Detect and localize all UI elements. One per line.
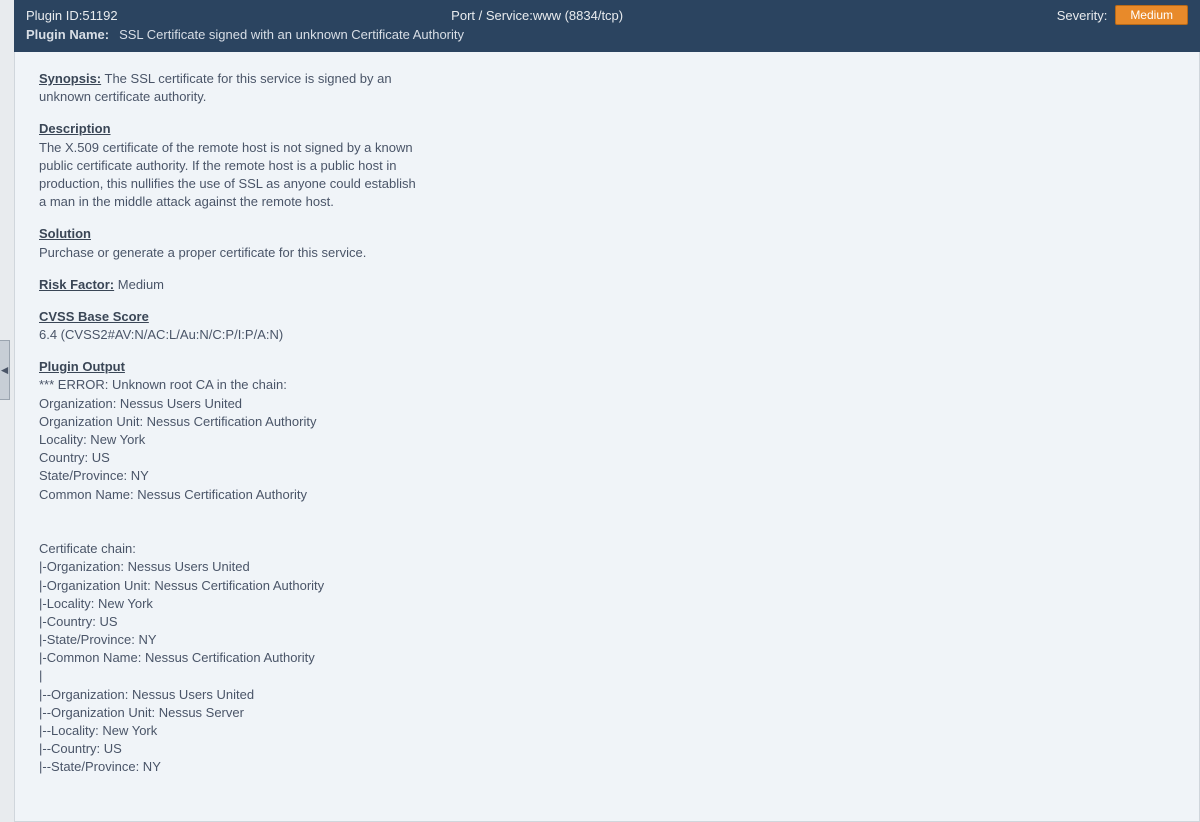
plugin-name-value: SSL Certificate signed with an unknown C… bbox=[119, 27, 464, 42]
description-label: Description bbox=[39, 120, 419, 138]
plugin-output-value: *** ERROR: Unknown root CA in the chain:… bbox=[39, 376, 1175, 776]
port-service-label: Port / Service: bbox=[451, 8, 533, 23]
plugin-name-label: Plugin Name: bbox=[26, 27, 109, 42]
plugin-output-section: Plugin Output *** ERROR: Unknown root CA… bbox=[39, 358, 1175, 776]
severity-label: Severity: bbox=[1057, 8, 1108, 23]
synopsis-label: Synopsis: bbox=[39, 71, 101, 86]
cvss-section: CVSS Base Score 6.4 (CVSS2#AV:N/AC:L/Au:… bbox=[39, 308, 419, 344]
side-expand-tab[interactable]: ◄ bbox=[0, 340, 10, 400]
cvss-value: 6.4 (CVSS2#AV:N/AC:L/Au:N/C:P/I:P/A:N) bbox=[39, 326, 419, 344]
triangle-left-icon: ◄ bbox=[0, 363, 10, 377]
synopsis-section: Synopsis: The SSL certificate for this s… bbox=[39, 70, 419, 106]
severity-badge: Medium bbox=[1115, 5, 1188, 25]
detail-header: Plugin ID: 51192 Port / Service: www (88… bbox=[14, 0, 1200, 52]
plugin-output-label: Plugin Output bbox=[39, 358, 1175, 376]
description-value: The X.509 certificate of the remote host… bbox=[39, 139, 419, 212]
plugin-detail-panel: Plugin ID: 51192 Port / Service: www (88… bbox=[14, 0, 1200, 822]
solution-section: Solution Purchase or generate a proper c… bbox=[39, 225, 419, 261]
risk-factor-value: Medium bbox=[118, 277, 164, 292]
port-service-value: www (8834/tcp) bbox=[533, 8, 623, 23]
detail-content: Synopsis: The SSL certificate for this s… bbox=[14, 52, 1200, 822]
solution-value: Purchase or generate a proper certificat… bbox=[39, 244, 419, 262]
risk-factor-label: Risk Factor: bbox=[39, 277, 114, 292]
cvss-label: CVSS Base Score bbox=[39, 308, 419, 326]
risk-factor-section: Risk Factor: Medium bbox=[39, 276, 419, 294]
solution-label: Solution bbox=[39, 225, 419, 243]
description-section: Description The X.509 certificate of the… bbox=[39, 120, 419, 211]
